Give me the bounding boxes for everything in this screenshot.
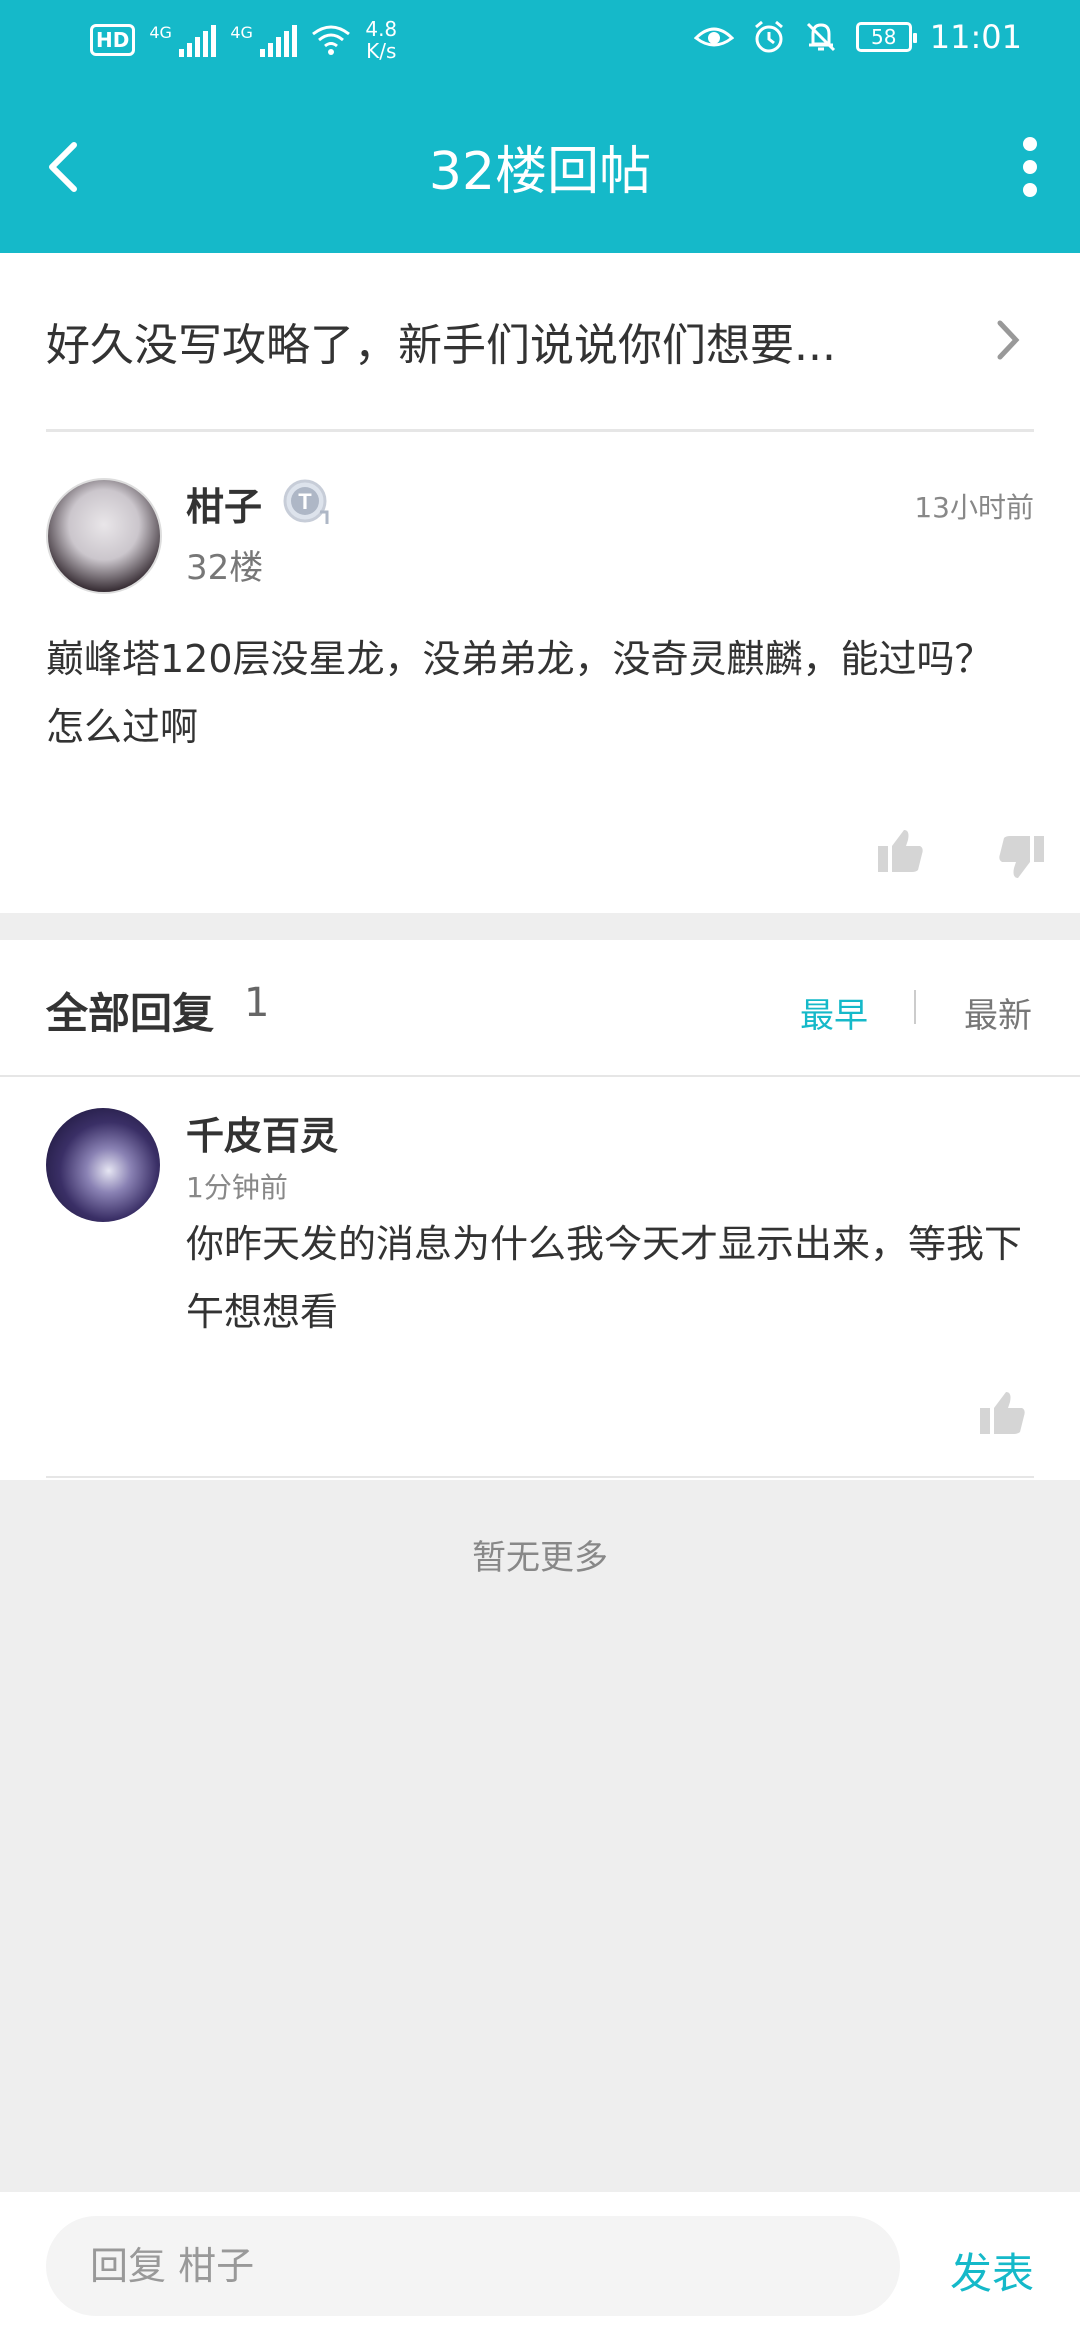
post-author-avatar[interactable]: [46, 478, 162, 594]
post-time: 13小时前: [914, 491, 1034, 524]
chevron-right-icon: [997, 320, 1020, 360]
wifi-icon: [312, 25, 351, 55]
parent-thread-link[interactable]: 好久没写攻略了，新手们说说你们想要...: [46, 309, 1034, 429]
app-header: 32楼回帖: [0, 85, 1080, 253]
page-title: 32楼回帖: [428, 142, 652, 202]
mute-bell-icon: [806, 22, 835, 52]
divider: [46, 1476, 1034, 1478]
sort-divider: [914, 990, 916, 1024]
dislike-thumb-down-icon[interactable]: [996, 832, 1046, 882]
send-button[interactable]: 发表: [950, 2240, 1034, 2301]
divider: [0, 1075, 1080, 1077]
battery-icon: 58: [855, 22, 917, 52]
reply-content: 你昨天发的消息为什么我今天才显示出来，等我下午想想看: [186, 1222, 1023, 1334]
parent-thread-title: 好久没写攻略了，新手们说说你们想要...: [46, 320, 836, 371]
svg-text:T: T: [298, 489, 312, 514]
reply-author-name[interactable]: 千皮百灵: [186, 1105, 338, 1160]
sort-earliest-tab[interactable]: 最早: [800, 988, 868, 1037]
signal-sim2-icon: 4G: [230, 23, 298, 57]
all-replies-heading: 全部回复: [46, 989, 215, 1038]
status-bar: HD 4G 4G 4.8 K/s 58 11:01: [0, 0, 1080, 85]
floor-number: 32楼: [186, 548, 264, 588]
replies-section: 全部回复 1 最早 最新 千皮百灵 1分钟前 你昨天发的消息为什么我今天才显示出…: [0, 940, 1080, 1480]
divider: [46, 429, 1034, 432]
no-more-label: 暂无更多: [472, 1538, 608, 1578]
network-speed: 4.8 K/s: [365, 17, 398, 63]
hd-voice-icon: HD: [90, 24, 136, 56]
reply-like-thumb-up-icon[interactable]: [978, 1388, 1028, 1438]
more-options-icon[interactable]: [1020, 137, 1040, 197]
post-content: 巅峰塔120层没星龙，没弟弟龙，没奇灵麒麟，能过吗？怎么过啊: [46, 637, 993, 749]
clock-time: 11:01: [929, 18, 1022, 56]
reply-input[interactable]: [46, 2216, 900, 2316]
reply-time: 1分钟前: [186, 1171, 288, 1204]
signal-sim1-icon: 4G: [149, 23, 217, 57]
post-author-name[interactable]: 柑子: [186, 476, 262, 531]
eye-comfort-icon: [693, 27, 734, 47]
post-card: 好久没写攻略了，新手们说说你们想要...: [0, 253, 1080, 913]
alarm-icon: [754, 20, 783, 53]
like-thumb-up-icon[interactable]: [876, 826, 926, 876]
reply-bar: 发表: [0, 2192, 1080, 2340]
level-badge-icon: T: [283, 479, 329, 524]
reply-author-avatar[interactable]: [46, 1108, 160, 1222]
sort-newest-tab[interactable]: 最新: [964, 988, 1032, 1037]
replies-count: 1: [244, 980, 270, 1026]
